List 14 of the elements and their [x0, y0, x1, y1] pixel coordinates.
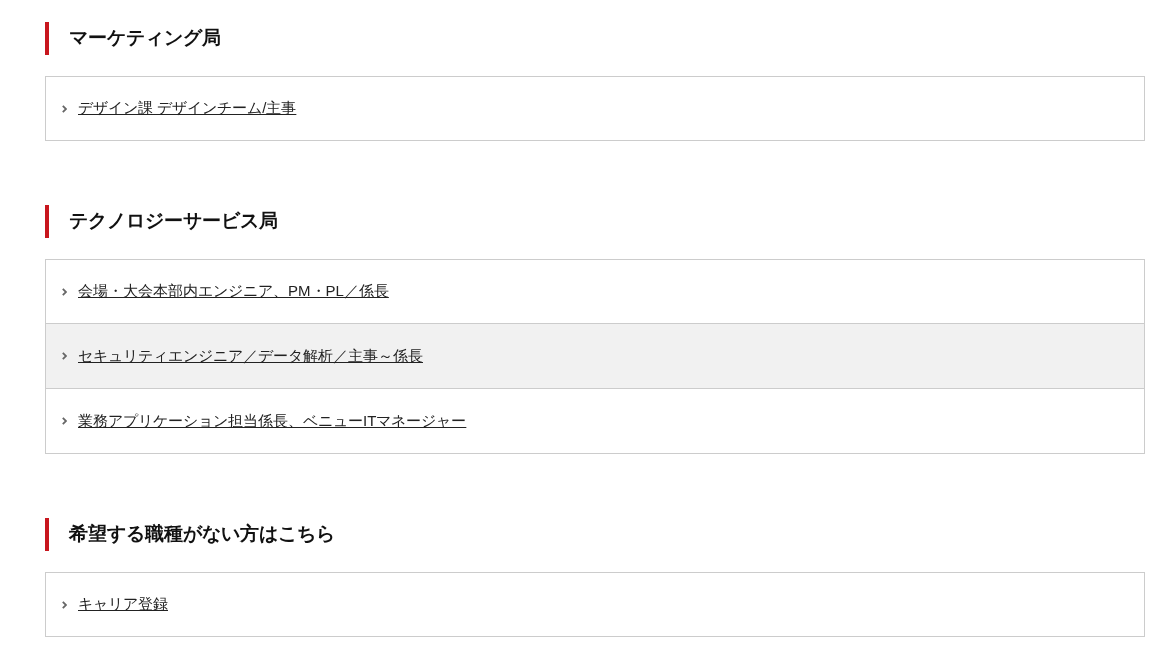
- chevron-icon: [62, 417, 67, 425]
- chevron-icon: [62, 287, 67, 296]
- job-link[interactable]: 業務アプリケーション担当係長、ベニューITマネージャー: [78, 411, 467, 431]
- list-item[interactable]: セキュリティエンジニア／データ解析／主事～係長: [46, 323, 1144, 388]
- section-heading: マーケティング局: [69, 26, 221, 50]
- chevron-icon: [62, 600, 67, 609]
- chevron-icon: [62, 104, 67, 113]
- section-heading: テクノロジーサービス局: [69, 209, 278, 233]
- job-link[interactable]: デザイン課 デザインチーム/主事: [78, 99, 297, 118]
- job-link[interactable]: セキュリティエンジニア／データ解析／主事～係長: [78, 346, 423, 366]
- job-link[interactable]: キャリア登録: [78, 595, 168, 614]
- job-link[interactable]: 会場・大会本部内エンジニア、PM・PL／係長: [78, 282, 389, 301]
- chevron-icon: [62, 352, 67, 360]
- section-heading: 希望する職種がない方はこちら: [69, 522, 335, 546]
